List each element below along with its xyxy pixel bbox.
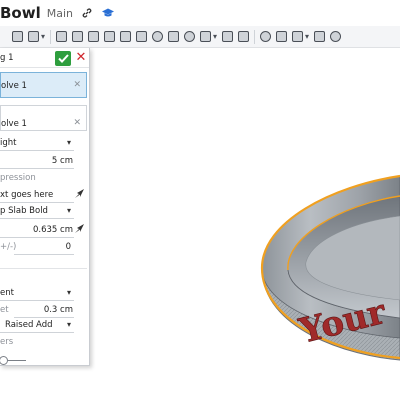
secondary-selection-box[interactable]: olve 1 ✕ [0, 105, 87, 131]
layers-label-row: ers [0, 334, 87, 350]
layers-label: ers [0, 337, 14, 347]
operation-value: Raised Add [5, 320, 53, 330]
field-underline [0, 300, 74, 301]
toolbar-divider [50, 29, 52, 44]
text-field[interactable]: xt goes here [0, 187, 87, 203]
chevron-down-icon[interactable]: ▾ [213, 32, 217, 41]
pick-arrow-icon[interactable] [74, 223, 85, 237]
clear-selection-icon[interactable]: ✕ [73, 80, 81, 90]
checkmark-icon [57, 54, 69, 63]
field-underline [0, 150, 74, 151]
section-divider [0, 268, 87, 269]
secondary-selection-text: olve 1 [1, 119, 27, 129]
chevron-down-icon: ▾ [66, 206, 71, 215]
alignment-select[interactable]: ent ▾ [0, 285, 87, 301]
plane-icon[interactable] [292, 31, 304, 42]
height-mode-select[interactable]: ight ▾ [0, 135, 87, 151]
chevron-down-icon[interactable]: ▾ [41, 32, 45, 41]
operation-select[interactable]: Raised Add ▾ [0, 317, 87, 333]
section-icon[interactable] [330, 31, 342, 42]
mirror-icon[interactable] [222, 31, 234, 42]
field-underline [0, 237, 74, 238]
chevron-down-icon: ▾ [66, 320, 71, 329]
feature-toolbar: ▾ ▾ ▾ [0, 26, 400, 48]
link-icon[interactable] [81, 7, 93, 19]
pattern-icon[interactable] [200, 31, 212, 42]
alignment-value: ent [0, 288, 14, 298]
text-value[interactable]: xt goes here [0, 190, 53, 200]
offset-label: +/-) [0, 242, 17, 252]
document-title[interactable]: Bowl [0, 4, 41, 22]
field-underline [14, 254, 74, 255]
expression-label: pression [0, 173, 36, 183]
confirm-button[interactable] [55, 51, 71, 66]
face-selection-box[interactable]: olve 1 ✕ [0, 72, 87, 98]
font-select[interactable]: p Slab Bold ▾ [0, 203, 87, 219]
height-value[interactable]: 5 cm [52, 156, 73, 166]
offset-value[interactable]: 0 [66, 242, 71, 252]
field-underline [0, 218, 74, 219]
slider-handle[interactable] [0, 356, 8, 365]
dialog-header: g 1 ✕ [0, 48, 89, 68]
draft-icon[interactable] [152, 31, 164, 42]
graduation-cap-icon[interactable] [101, 7, 115, 19]
size-field[interactable]: 0.635 cm [0, 222, 87, 238]
feature-dialog: g 1 ✕ olve 1 ✕ olve 1 ✕ ight ▾ 5 cm pres… [0, 48, 90, 366]
chevron-down-icon: ▾ [66, 288, 71, 297]
sweep-icon[interactable] [72, 31, 84, 42]
split-icon[interactable] [260, 31, 272, 42]
3d-viewport[interactable]: Your [90, 48, 400, 400]
chevron-down-icon: ▾ [66, 138, 71, 147]
toolbar-divider [254, 29, 256, 44]
depth-field[interactable]: et 0.3 cm [0, 302, 87, 318]
bowl-model[interactable]: Your [90, 48, 400, 400]
onshape-app: Bowl Main ▾ ▾ ▾ g 1 ✕ olve 1 ✕ olve 1 ✕ … [0, 0, 400, 400]
pick-arrow-icon[interactable] [74, 188, 85, 202]
hole-icon[interactable] [184, 31, 196, 42]
cancel-button[interactable]: ✕ [75, 50, 87, 65]
branch-name[interactable]: Main [47, 7, 73, 20]
field-underline [0, 168, 74, 169]
depth-label: et [0, 305, 9, 315]
title-bar: Bowl Main [0, 0, 400, 26]
dialog-title: g 1 [0, 53, 14, 63]
height-mode-value: ight [0, 138, 17, 148]
depth-value[interactable]: 0.3 cm [44, 305, 73, 315]
field-underline [0, 332, 74, 333]
mate-connector-icon[interactable] [314, 31, 326, 42]
shell-icon[interactable] [168, 31, 180, 42]
chamfer-icon[interactable] [136, 31, 148, 42]
fillet-icon[interactable] [120, 31, 132, 42]
expression-label-row: pression [0, 170, 87, 186]
chevron-down-icon[interactable]: ▾ [305, 32, 309, 41]
thicken-icon[interactable] [104, 31, 116, 42]
font-value: p Slab Bold [0, 206, 48, 216]
extrude-icon[interactable] [28, 31, 39, 42]
clear-selection-icon[interactable]: ✕ [73, 118, 81, 128]
layers-slider[interactable] [0, 356, 26, 365]
loft-icon[interactable] [88, 31, 100, 42]
sketch-icon[interactable] [12, 31, 23, 42]
size-value[interactable]: 0.635 cm [33, 225, 73, 235]
face-selection-text: olve 1 [1, 81, 27, 91]
transform-icon[interactable] [276, 31, 288, 42]
height-field[interactable]: 5 cm [0, 153, 87, 169]
revolve-icon[interactable] [56, 31, 68, 42]
offset-field[interactable]: +/-) 0 [0, 239, 87, 255]
boolean-icon[interactable] [238, 31, 250, 42]
